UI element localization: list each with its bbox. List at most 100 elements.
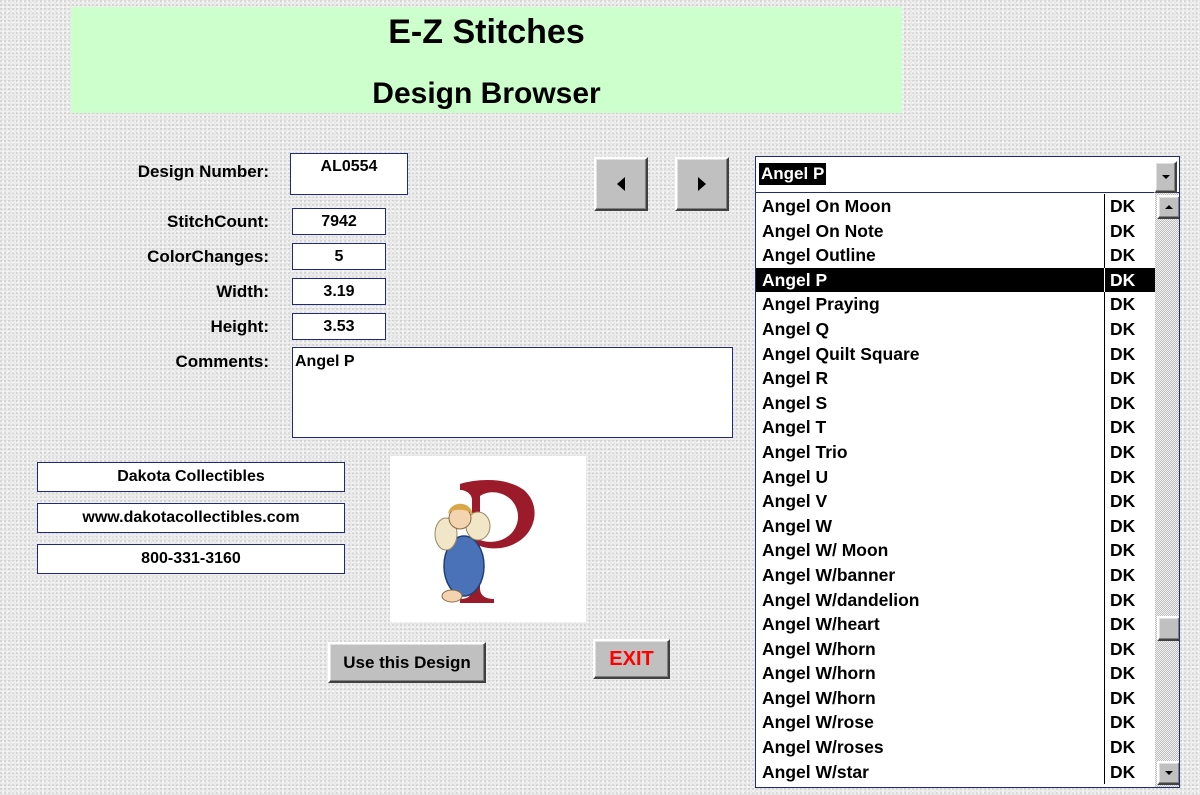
list-item[interactable]: Angel W/star DK bbox=[756, 759, 1156, 785]
column-divider bbox=[1104, 685, 1105, 711]
width-label: Width: bbox=[216, 282, 269, 301]
column-divider bbox=[1104, 489, 1105, 514]
list-item-code: DK bbox=[1110, 515, 1136, 536]
column-divider bbox=[1104, 292, 1105, 317]
combo-dropdown-button[interactable] bbox=[1154, 161, 1177, 193]
column-divider bbox=[1104, 439, 1105, 465]
triangle-right-icon bbox=[698, 177, 706, 191]
column-divider bbox=[1104, 267, 1105, 293]
list-scrollbar[interactable] bbox=[1155, 193, 1179, 787]
height-label: Height: bbox=[210, 317, 269, 336]
width-field[interactable]: 3.19 bbox=[292, 278, 386, 305]
list-item-code: DK bbox=[1110, 663, 1136, 684]
column-divider bbox=[1104, 710, 1105, 736]
list-item[interactable]: Angel W/horn DK bbox=[756, 661, 1156, 686]
previous-button[interactable] bbox=[594, 157, 648, 211]
column-divider bbox=[1104, 538, 1105, 563]
title-banner: E-Z Stitches Design Browser bbox=[71, 7, 902, 113]
list-item-name: Angel W/ Moon bbox=[762, 540, 889, 561]
list-item[interactable]: Angel On Moon DK bbox=[756, 194, 1156, 219]
list-item-code: DK bbox=[1110, 638, 1136, 659]
list-item-code: DK bbox=[1110, 441, 1136, 462]
list-item[interactable]: Angel W/horn DK bbox=[756, 636, 1156, 662]
list-item-name: Angel Quilt Square bbox=[762, 343, 920, 364]
list-item[interactable]: Angel U DK bbox=[756, 464, 1156, 490]
list-item-code: DK bbox=[1110, 761, 1136, 782]
list-item-name: Angel R bbox=[762, 368, 829, 389]
list-item-code: DK bbox=[1110, 737, 1136, 758]
column-divider bbox=[1104, 735, 1105, 760]
list-item[interactable]: Angel W DK bbox=[756, 513, 1156, 539]
scroll-up-button[interactable] bbox=[1157, 195, 1179, 219]
scroll-down-icon bbox=[1165, 771, 1173, 775]
list-item-code: DK bbox=[1110, 540, 1136, 561]
next-button[interactable] bbox=[675, 157, 729, 211]
list-item-name: Angel W/horn bbox=[762, 638, 876, 659]
list-item[interactable]: Angel S DK bbox=[756, 390, 1156, 416]
use-this-design-button[interactable]: Use this Design bbox=[328, 642, 486, 683]
list-item[interactable]: Angel Quilt Square DK bbox=[756, 341, 1156, 367]
list-item[interactable]: Angel W/horn DK bbox=[756, 685, 1156, 711]
column-divider bbox=[1104, 341, 1105, 367]
list-item[interactable]: Angel W/rose DK bbox=[756, 710, 1156, 736]
column-divider bbox=[1104, 464, 1105, 490]
list-item[interactable]: Angel Outline DK bbox=[756, 243, 1156, 268]
list-item[interactable]: Angel W/banner DK bbox=[756, 562, 1156, 588]
list-item[interactable]: Angel R DK bbox=[756, 366, 1156, 391]
column-divider bbox=[1104, 661, 1105, 686]
list-item[interactable]: Angel W/roses DK bbox=[756, 735, 1156, 760]
list-item-code: DK bbox=[1110, 196, 1136, 216]
list-item[interactable]: Angel W/heart DK bbox=[756, 612, 1156, 637]
company-name: Dakota Collectibles bbox=[37, 462, 345, 492]
design-combo-box[interactable]: Angel P bbox=[755, 156, 1180, 193]
column-divider bbox=[1104, 194, 1105, 219]
color-changes-field[interactable]: 5 bbox=[292, 243, 386, 270]
list-item[interactable]: Angel Trio DK bbox=[756, 439, 1156, 465]
design-number-label: Design Number: bbox=[137, 162, 269, 181]
list-item-name: Angel V bbox=[762, 491, 828, 512]
column-divider bbox=[1104, 562, 1105, 588]
list-item-code: DK bbox=[1110, 614, 1136, 635]
scroll-thumb[interactable] bbox=[1157, 616, 1179, 641]
scroll-down-button[interactable] bbox=[1157, 761, 1179, 785]
list-item[interactable]: Angel W/ Moon DK bbox=[756, 538, 1156, 563]
list-item-name: Angel On Note bbox=[762, 220, 884, 241]
chevron-down-icon bbox=[1161, 175, 1170, 179]
comments-field[interactable]: Angel P bbox=[292, 347, 733, 438]
list-item[interactable]: Angel On Note DK bbox=[756, 218, 1156, 244]
list-item-code: DK bbox=[1110, 392, 1136, 413]
list-item-code: DK bbox=[1110, 343, 1136, 364]
list-item-name: Angel W/rose bbox=[762, 712, 874, 733]
stitch-count-field[interactable]: 7942 bbox=[292, 208, 386, 235]
scroll-up-icon bbox=[1165, 205, 1173, 209]
list-item-name: Angel Trio bbox=[762, 441, 848, 462]
height-field[interactable]: 3.53 bbox=[292, 313, 386, 340]
exit-button[interactable]: EXIT bbox=[593, 639, 670, 679]
list-item[interactable]: Angel P DK bbox=[756, 267, 1156, 293]
design-list[interactable]: Angel On Moon DK Angel On Note DK Angel Outl… bbox=[755, 193, 1180, 788]
list-item[interactable]: Angel T DK bbox=[756, 415, 1156, 440]
triangle-left-icon bbox=[617, 177, 625, 191]
column-divider bbox=[1104, 513, 1105, 539]
column-divider bbox=[1104, 390, 1105, 416]
list-item-code: DK bbox=[1110, 245, 1136, 266]
list-item[interactable]: Angel Praying DK bbox=[756, 292, 1156, 317]
design-number-field[interactable]: AL0554 bbox=[290, 153, 408, 195]
list-item-code: DK bbox=[1110, 466, 1136, 487]
column-divider bbox=[1104, 587, 1105, 613]
company-website: www.dakotacollectibles.com bbox=[37, 503, 345, 533]
page-subtitle: Design Browser bbox=[372, 77, 601, 110]
list-item[interactable]: Angel W/dandelion DK bbox=[756, 587, 1156, 613]
list-item-code: DK bbox=[1110, 220, 1136, 241]
app-title: E-Z Stitches bbox=[388, 13, 585, 51]
list-item-name: Angel W/roses bbox=[762, 737, 884, 758]
column-divider bbox=[1104, 636, 1105, 662]
list-item-code: DK bbox=[1110, 687, 1136, 708]
list-item[interactable]: Angel Q DK bbox=[756, 316, 1156, 342]
list-item-name: Angel W bbox=[762, 515, 832, 536]
design-preview bbox=[390, 456, 586, 622]
list-item-code: DK bbox=[1110, 491, 1136, 512]
list-item-name: Angel Outline bbox=[762, 245, 876, 266]
column-divider bbox=[1104, 316, 1105, 342]
list-item[interactable]: Angel V DK bbox=[756, 489, 1156, 514]
